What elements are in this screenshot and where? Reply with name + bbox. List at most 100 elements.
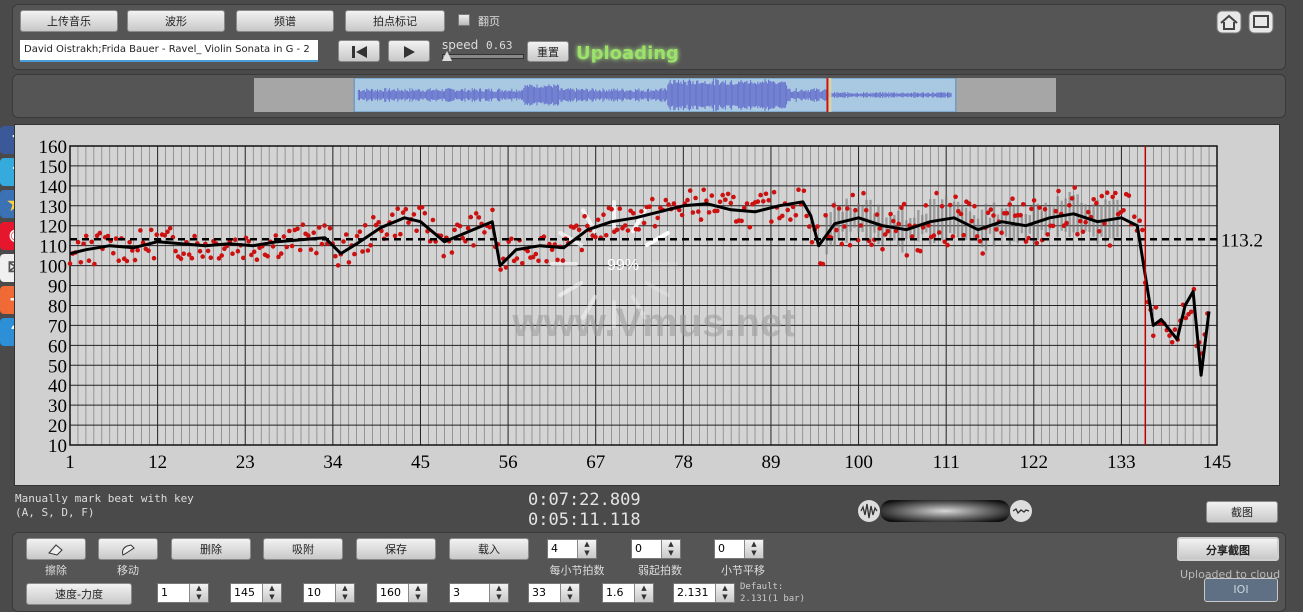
data-point[interactable] <box>352 251 357 257</box>
data-point[interactable] <box>969 218 975 224</box>
move-button[interactable] <box>98 538 158 560</box>
data-point[interactable] <box>758 192 763 198</box>
home-icon[interactable] <box>1216 10 1242 34</box>
data-point[interactable] <box>457 223 463 229</box>
data-point[interactable] <box>520 261 525 266</box>
data-point[interactable] <box>392 233 398 239</box>
data-point[interactable] <box>354 233 360 239</box>
data-point[interactable] <box>785 207 790 213</box>
data-point[interactable] <box>67 261 73 266</box>
data-point[interactable] <box>617 206 623 211</box>
delete-button[interactable]: 删除 <box>171 538 251 560</box>
data-point[interactable] <box>1075 232 1080 237</box>
data-point[interactable] <box>823 213 828 218</box>
data-point[interactable] <box>452 227 457 233</box>
data-point[interactable] <box>709 193 715 198</box>
data-point[interactable] <box>593 234 598 240</box>
data-point[interactable] <box>514 256 520 261</box>
data-point[interactable] <box>1107 243 1113 248</box>
data-point[interactable] <box>205 248 211 254</box>
data-point[interactable] <box>284 244 290 250</box>
data-point[interactable] <box>622 223 628 228</box>
data-point[interactable] <box>430 217 436 223</box>
reset-button[interactable]: 重置 <box>527 41 569 62</box>
pickup-beats-spinner[interactable]: 0 ▲ ▼ <box>631 539 681 559</box>
data-point[interactable] <box>999 230 1004 236</box>
data-point[interactable] <box>839 241 845 247</box>
window-icon[interactable] <box>1248 10 1274 34</box>
data-point[interactable] <box>75 239 81 245</box>
data-point[interactable] <box>625 228 631 233</box>
data-point[interactable] <box>189 255 195 261</box>
data-point[interactable] <box>1031 198 1037 203</box>
data-point[interactable] <box>923 203 929 208</box>
data-point[interactable] <box>200 254 205 259</box>
spinner-arrows-icon[interactable]: ▲ ▼ <box>408 584 427 602</box>
param-spinner-5[interactable]: 3 ▲ ▼ <box>449 583 509 603</box>
data-point[interactable] <box>766 198 771 203</box>
erase-button[interactable] <box>26 538 86 560</box>
data-point[interactable] <box>1140 227 1145 233</box>
data-point[interactable] <box>958 211 964 217</box>
data-point[interactable] <box>947 202 953 208</box>
data-point[interactable] <box>146 248 151 253</box>
play-button[interactable] <box>388 40 430 62</box>
data-point[interactable] <box>1104 190 1110 195</box>
data-point[interactable] <box>977 238 983 244</box>
share-screenshot-button[interactable]: 分享截图 <box>1177 537 1279 561</box>
data-point[interactable] <box>473 211 479 216</box>
spinner-arrows-icon[interactable]: ▲ ▼ <box>560 584 579 602</box>
data-point[interactable] <box>422 210 428 216</box>
data-point[interactable] <box>991 213 996 218</box>
data-point[interactable] <box>574 223 579 228</box>
data-point[interactable] <box>885 229 891 234</box>
data-point[interactable] <box>1050 223 1056 229</box>
data-point[interactable] <box>904 253 910 258</box>
data-point[interactable] <box>384 232 390 237</box>
data-point[interactable] <box>278 251 284 256</box>
data-point[interactable] <box>666 202 671 207</box>
data-point[interactable] <box>78 260 84 265</box>
data-point[interactable] <box>831 203 836 208</box>
data-point[interactable] <box>89 239 94 245</box>
data-point[interactable] <box>717 199 723 205</box>
data-point[interactable] <box>815 224 820 229</box>
data-point[interactable] <box>891 218 896 224</box>
data-point[interactable] <box>679 212 685 218</box>
data-point[interactable] <box>1069 196 1075 201</box>
data-point[interactable] <box>441 253 447 259</box>
data-point[interactable] <box>192 233 197 239</box>
data-point[interactable] <box>899 205 904 211</box>
data-point[interactable] <box>476 215 482 220</box>
param-spinner-7[interactable]: 1.6 ▲ ▼ <box>602 583 654 603</box>
data-point[interactable] <box>901 201 907 207</box>
data-point[interactable] <box>847 242 853 248</box>
data-point[interactable] <box>647 204 652 209</box>
param-spinner-1[interactable]: 1 ▲ ▼ <box>157 583 209 603</box>
data-point[interactable] <box>265 253 270 259</box>
data-point[interactable] <box>761 199 766 204</box>
speed-slider-thumb[interactable] <box>442 51 452 61</box>
data-point[interactable] <box>208 255 214 260</box>
data-point[interactable] <box>771 189 777 195</box>
data-point[interactable] <box>582 214 587 219</box>
data-point[interactable] <box>579 247 585 253</box>
data-point[interactable] <box>1169 340 1175 345</box>
spinner-arrows-icon[interactable]: ▲ ▼ <box>189 584 208 602</box>
data-point[interactable] <box>950 234 956 239</box>
data-point[interactable] <box>270 244 276 249</box>
data-point[interactable] <box>1113 190 1118 196</box>
data-point[interactable] <box>151 255 157 261</box>
volume-slider[interactable] <box>880 500 1010 522</box>
data-point[interactable] <box>1083 219 1088 225</box>
data-point[interactable] <box>322 223 327 228</box>
beat-mark-button[interactable]: 拍点标记 <box>345 10 445 32</box>
data-point[interactable] <box>747 224 753 230</box>
data-point[interactable] <box>896 221 901 227</box>
tempo-chart[interactable]: 1020304050607080901001101201301401501601… <box>14 124 1280 486</box>
data-point[interactable] <box>81 241 86 247</box>
data-point[interactable] <box>698 217 704 222</box>
data-point[interactable] <box>576 227 582 233</box>
data-point[interactable] <box>1172 327 1178 332</box>
data-point[interactable] <box>820 261 826 267</box>
